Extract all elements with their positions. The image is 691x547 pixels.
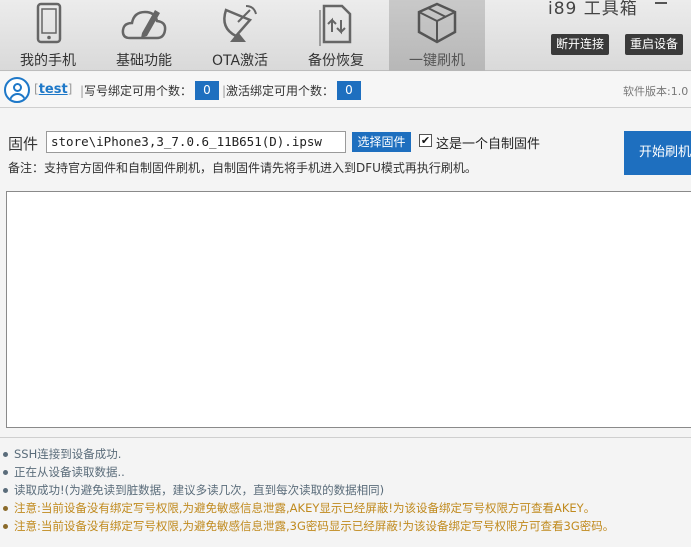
activate-bind-count: 0 bbox=[337, 81, 361, 100]
backup-icon bbox=[319, 4, 352, 46]
custom-firmware-checkbox[interactable]: ✔ bbox=[419, 134, 432, 147]
nav-label: 备份恢复 bbox=[308, 53, 364, 69]
firmware-label: 固件 bbox=[8, 135, 39, 153]
status-line: 正在从设备读取数据.. bbox=[3, 463, 614, 481]
bullet-icon bbox=[3, 524, 8, 529]
app-title: i89 工具箱 bbox=[548, 0, 638, 19]
nav-ota-activation[interactable]: OTA激活 bbox=[192, 0, 288, 71]
custom-firmware-label: 这是一个自制固件 bbox=[436, 137, 541, 152]
status-line: 注意:当前设备没有绑定写号权限,为避免敏感信息泄露,3G密码显示已经屏蔽!为该设… bbox=[3, 517, 614, 535]
bullet-icon bbox=[3, 452, 8, 457]
nav-backup-restore[interactable]: 备份恢复 bbox=[288, 0, 384, 71]
write-bind-label: |写号绑定可用个数： bbox=[80, 84, 193, 98]
top-toolbar: 我的手机 基础功能 OTA激活 备份恢复 一键刷机 i89 工具箱 断开连接 重… bbox=[0, 0, 691, 71]
cloud-edit-icon bbox=[121, 10, 167, 40]
nav-my-phone[interactable]: 我的手机 bbox=[0, 0, 96, 71]
software-version: 软件版本:1.0 bbox=[623, 85, 689, 98]
nav-label: OTA激活 bbox=[211, 53, 269, 69]
status-text: SSH连接到设备成功. bbox=[14, 447, 122, 461]
satellite-dish-icon bbox=[223, 5, 257, 42]
activate-bind-label: |激活绑定可用个数： bbox=[222, 84, 335, 98]
firmware-note: 备注：支持官方固件和自制固件刷机，自制固件请先将手机进入到DFU模式再执行刷机。 bbox=[8, 161, 477, 175]
nav-label: 一键刷机 bbox=[409, 53, 465, 69]
username-link[interactable]: test bbox=[39, 82, 68, 97]
status-text: 注意:当前设备没有绑定写号权限,为避免敏感信息泄露,AKEY显示已经屏蔽!为该设… bbox=[14, 501, 596, 515]
log-output-area[interactable] bbox=[6, 191, 691, 428]
status-text: 注意:当前设备没有绑定写号权限,为避免敏感信息泄露,3G密码显示已经屏蔽!为该设… bbox=[14, 519, 615, 533]
nav-basic-functions[interactable]: 基础功能 bbox=[96, 0, 192, 71]
firmware-path-field[interactable]: store\iPhone3,3_7.0.6_11B651(D).ipsw bbox=[46, 131, 346, 153]
divider bbox=[0, 437, 691, 438]
phone-icon bbox=[36, 2, 62, 44]
status-line: 注意:当前设备没有绑定写号权限,为避免敏感信息泄露,AKEY显示已经屏蔽!为该设… bbox=[3, 499, 614, 517]
status-line: SSH连接到设备成功. bbox=[3, 445, 614, 463]
nav-label: 我的手机 bbox=[20, 53, 76, 69]
user-icon bbox=[4, 77, 30, 103]
disconnect-button[interactable]: 断开连接 bbox=[551, 34, 610, 55]
restart-device-button[interactable]: 重启设备 bbox=[625, 34, 684, 55]
status-line: 读取成功!(为避免读到脏数据，建议多读几次，直到每次读取的数据相同) bbox=[3, 481, 614, 499]
nav-label: 基础功能 bbox=[116, 53, 172, 69]
user-info: [test] bbox=[34, 82, 73, 97]
status-text: 正在从设备读取数据.. bbox=[14, 465, 125, 479]
start-flash-button[interactable]: 开始刷机 bbox=[624, 131, 691, 175]
minimize-icon[interactable] bbox=[655, 2, 667, 4]
status-log: SSH连接到设备成功. 正在从设备读取数据.. 读取成功!(为避免读到脏数据，建… bbox=[3, 445, 614, 535]
status-text: 读取成功!(为避免读到脏数据，建议多读几次，直到每次读取的数据相同) bbox=[14, 483, 385, 497]
bullet-icon bbox=[3, 470, 8, 475]
nav-one-click-flash[interactable]: 一键刷机 bbox=[389, 0, 485, 71]
select-firmware-button[interactable]: 选择固件 bbox=[352, 132, 411, 152]
box-icon bbox=[417, 2, 457, 44]
bullet-icon bbox=[3, 488, 8, 493]
bullet-icon bbox=[3, 506, 8, 511]
write-bind-count: 0 bbox=[195, 81, 219, 100]
user-info-bar: [test] |写号绑定可用个数： 0 |激活绑定可用个数： 0 软件版本:1.… bbox=[0, 72, 691, 108]
